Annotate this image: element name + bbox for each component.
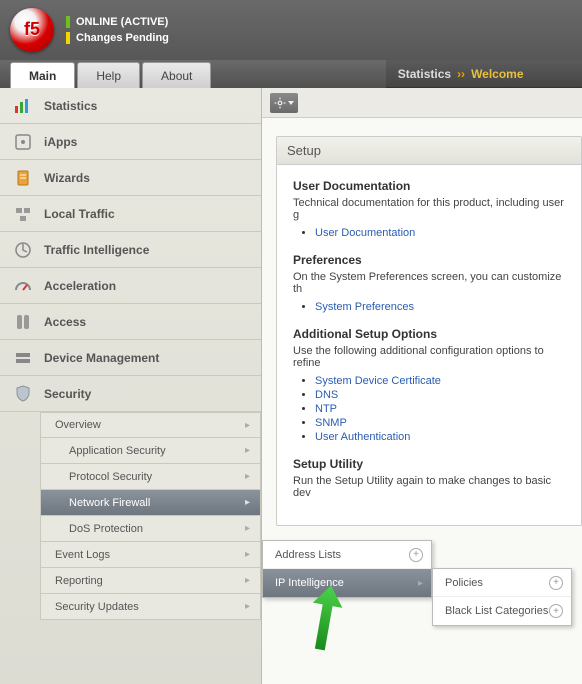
status-online-text: ONLINE (ACTIVE): [76, 16, 168, 28]
shield-icon: [12, 383, 34, 405]
flyout-item-policies[interactable]: Policies+: [433, 569, 571, 597]
tab-row: Main Help About Statistics ›› Welcome: [0, 60, 582, 88]
link-userdoc[interactable]: User Documentation: [315, 227, 415, 239]
status-pending-text: Changes Pending: [76, 32, 169, 44]
sidebar-item-security[interactable]: Security: [0, 376, 261, 412]
breadcrumb-current: Welcome: [471, 67, 523, 81]
sidebar-item-access[interactable]: Access: [0, 304, 261, 340]
sidebar-label: iApps: [44, 135, 77, 149]
device-icon: [12, 347, 34, 369]
sidebar-label: Local Traffic: [44, 207, 115, 221]
flyout-item-ip-intelligence[interactable]: IP Intelligence▸: [263, 569, 431, 597]
wizard-icon: [12, 167, 34, 189]
sidebar-label: Device Management: [44, 351, 159, 365]
text-prefs: On the System Preferences screen, you ca…: [293, 271, 565, 295]
f5-logo: [10, 8, 54, 52]
gauge-icon: [12, 275, 34, 297]
chevron-right-icon: ▸: [245, 549, 250, 560]
sub-protocol-security[interactable]: Protocol Security▸: [40, 464, 261, 490]
sidebar: Statistics iApps Wizards Local Traffic T…: [0, 88, 262, 684]
chevron-right-icon: ▸: [245, 575, 250, 586]
plus-icon[interactable]: +: [549, 576, 563, 590]
breadcrumb-sep: ››: [457, 67, 465, 81]
sidebar-item-iapps[interactable]: iApps: [0, 124, 261, 160]
chart-icon: [12, 95, 34, 117]
heading-prefs: Preferences: [293, 253, 565, 267]
sub-network-firewall[interactable]: Network Firewall▸: [40, 490, 261, 516]
toolbar: [262, 88, 582, 118]
setup-panel: Setup User Documentation Technical docum…: [276, 136, 582, 526]
text-addl: Use the following additional configurati…: [293, 345, 565, 369]
gear-icon: [274, 97, 286, 109]
plus-icon[interactable]: +: [409, 548, 423, 562]
link-prefs[interactable]: System Preferences: [315, 301, 414, 313]
iapps-icon: [12, 131, 34, 153]
status-indicator-online: [66, 16, 70, 28]
sub-reporting[interactable]: Reporting▸: [40, 568, 261, 594]
sub-app-security[interactable]: Application Security▸: [40, 438, 261, 464]
link-cert[interactable]: System Device Certificate: [315, 375, 441, 387]
chevron-right-icon: ▸: [245, 471, 250, 482]
caret-down-icon: [288, 101, 294, 105]
sidebar-item-statistics[interactable]: Statistics: [0, 88, 261, 124]
sub-overview[interactable]: Overview▸: [40, 412, 261, 438]
flyout-network-firewall: Address Lists+ IP Intelligence▸: [262, 540, 432, 598]
sidebar-item-local-traffic[interactable]: Local Traffic: [0, 196, 261, 232]
link-snmp[interactable]: SNMP: [315, 417, 347, 429]
sidebar-item-traffic-intel[interactable]: Traffic Intelligence: [0, 232, 261, 268]
local-traffic-icon: [12, 203, 34, 225]
sidebar-label: Statistics: [44, 99, 97, 113]
sidebar-label: Wizards: [44, 171, 90, 185]
status-block: ONLINE (ACTIVE) Changes Pending: [66, 16, 169, 44]
status-indicator-pending: [66, 32, 70, 44]
chevron-right-icon: ▸: [245, 445, 250, 456]
sidebar-label: Access: [44, 315, 86, 329]
sidebar-label: Acceleration: [44, 279, 116, 293]
header-bar: ONLINE (ACTIVE) Changes Pending: [0, 0, 582, 60]
tab-help[interactable]: Help: [77, 62, 140, 88]
breadcrumb-root[interactable]: Statistics: [398, 67, 451, 81]
sidebar-label: Traffic Intelligence: [44, 243, 149, 257]
link-dns[interactable]: DNS: [315, 389, 338, 401]
sidebar-item-device-mgmt[interactable]: Device Management: [0, 340, 261, 376]
traffic-intel-icon: [12, 239, 34, 261]
sidebar-label: Security: [44, 387, 91, 401]
sub-dos-protection[interactable]: DoS Protection▸: [40, 516, 261, 542]
security-submenu: Overview▸ Application Security▸ Protocol…: [40, 412, 261, 620]
tab-about[interactable]: About: [142, 62, 211, 88]
gear-menu-button[interactable]: [270, 93, 298, 113]
heading-addl: Additional Setup Options: [293, 327, 565, 341]
sub-security-updates[interactable]: Security Updates▸: [40, 594, 261, 620]
flyout-ip-intelligence: Policies+ Black List Categories+: [432, 568, 572, 626]
sidebar-item-acceleration[interactable]: Acceleration: [0, 268, 261, 304]
text-util: Run the Setup Utility again to make chan…: [293, 475, 565, 499]
chevron-right-icon: ▸: [245, 601, 250, 612]
access-icon: [12, 311, 34, 333]
flyout-item-address-lists[interactable]: Address Lists+: [263, 541, 431, 569]
tab-main[interactable]: Main: [10, 62, 75, 88]
flyout-item-blacklist[interactable]: Black List Categories+: [433, 597, 571, 625]
chevron-right-icon: ▸: [245, 420, 250, 431]
link-ntp[interactable]: NTP: [315, 403, 337, 415]
chevron-right-icon: ▸: [418, 578, 423, 589]
chevron-right-icon: ▸: [245, 523, 250, 534]
breadcrumb: Statistics ›› Welcome: [386, 60, 582, 88]
heading-util: Setup Utility: [293, 457, 565, 471]
link-userauth[interactable]: User Authentication: [315, 431, 410, 443]
chevron-right-icon: ▸: [245, 497, 250, 508]
heading-userdoc: User Documentation: [293, 179, 565, 193]
sidebar-item-wizards[interactable]: Wizards: [0, 160, 261, 196]
plus-icon[interactable]: +: [549, 604, 563, 618]
text-userdoc: Technical documentation for this product…: [293, 197, 565, 221]
sub-event-logs[interactable]: Event Logs▸: [40, 542, 261, 568]
panel-title: Setup: [277, 137, 581, 165]
